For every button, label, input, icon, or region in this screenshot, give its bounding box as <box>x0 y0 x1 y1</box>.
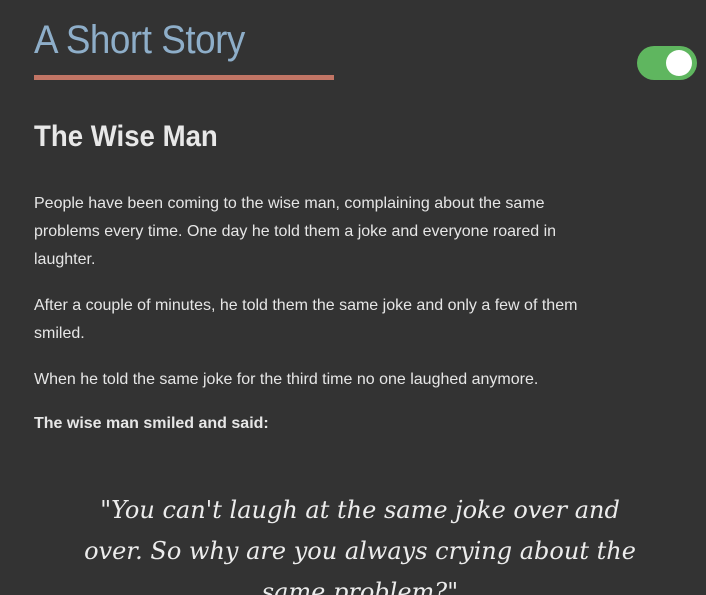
page-header: A Short Story <box>34 14 334 80</box>
story-quote: "You can't laugh at the same joke over a… <box>84 496 636 595</box>
story-paragraph: People have been coming to the wise man,… <box>34 195 557 268</box>
toggle-knob <box>666 50 692 76</box>
title-underline <box>34 75 334 80</box>
story-lead-in: The wise man smiled and said: <box>34 415 269 432</box>
story-body: People have been coming to the wise man,… <box>34 190 594 456</box>
theme-toggle[interactable] <box>637 46 697 80</box>
site-title: A Short Story <box>34 18 245 62</box>
story-paragraph: When he told the same joke for the third… <box>34 371 539 388</box>
story-title: The Wise Man <box>34 120 218 153</box>
story-paragraph: After a couple of minutes, he told them … <box>34 297 578 342</box>
